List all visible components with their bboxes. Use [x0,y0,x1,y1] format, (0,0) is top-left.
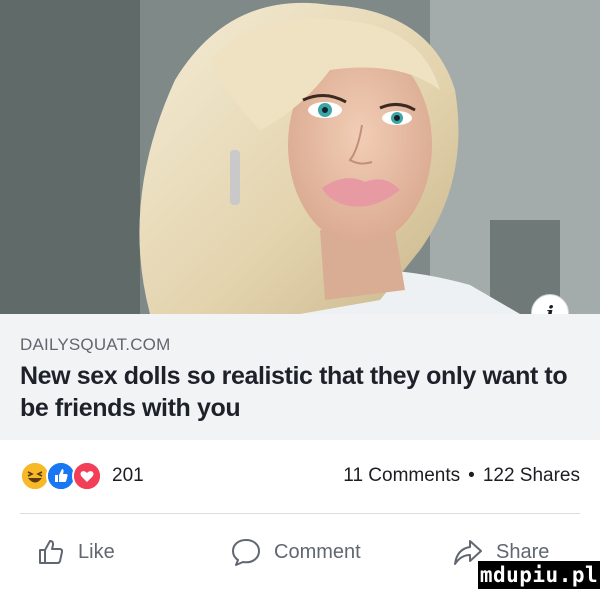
reaction-summary[interactable]: 201 [20,461,144,491]
post-stats: 201 11 Comments • 122 Shares [20,458,580,494]
link-domain: DAILYSQUAT.COM [20,335,171,354]
reaction-count: 201 [112,465,144,486]
comments-count[interactable]: 11 Comments [343,465,460,487]
thumbs-up-icon [39,540,64,564]
like-label: Like [78,540,115,563]
facebook-post: i DAILYSQUAT.COM New sex dolls so realis… [0,0,600,589]
link-caption[interactable]: DAILYSQUAT.COM New sex dolls so realisti… [0,314,600,440]
link-preview-image[interactable]: i [0,0,600,314]
separator-dot: • [468,465,475,486]
engagement-counts: 11 Comments • 122 Shares [343,465,580,487]
shares-count[interactable]: 122 Shares [483,465,580,487]
love-reaction-icon [72,461,102,491]
link-title[interactable]: New sex dolls so realistic that they onl… [20,360,580,424]
speech-bubble-icon [232,539,260,566]
comment-button[interactable]: Comment [230,530,361,574]
divider [20,513,580,514]
comment-label: Comment [274,540,361,563]
doll-photo [0,0,600,314]
site-watermark: mdupiu.pl [478,561,600,589]
like-button[interactable]: Like [36,530,115,574]
